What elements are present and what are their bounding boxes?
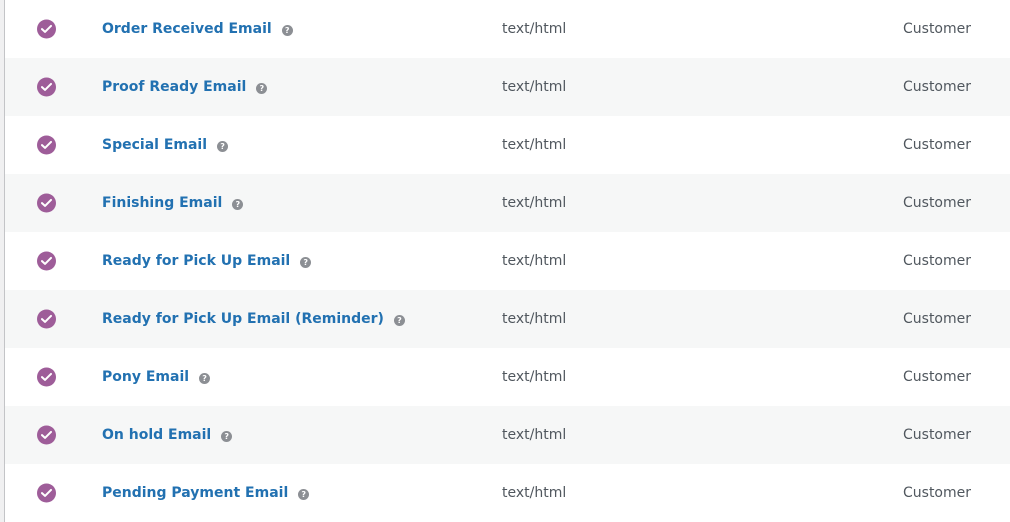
- check-circle-icon[interactable]: [37, 309, 56, 329]
- recipient: Customer: [903, 427, 972, 443]
- content-type: text/html: [502, 79, 567, 95]
- content-type: text/html: [502, 311, 567, 327]
- email-name-cell: Proof Ready Email ?: [102, 79, 268, 95]
- email-name-link[interactable]: Pony Email: [102, 369, 189, 385]
- email-name-link[interactable]: Special Email: [102, 137, 207, 153]
- table-row: Proof Ready Email ? text/html Customer: [5, 58, 1010, 116]
- email-name-link[interactable]: Pending Payment Email: [102, 485, 288, 501]
- recipient: Customer: [903, 485, 972, 501]
- email-name-link[interactable]: Order Received Email: [102, 21, 272, 37]
- table-row: Ready for Pick Up Email ? text/html Cust…: [5, 232, 1010, 290]
- email-name-cell: Ready for Pick Up Email (Reminder) ?: [102, 311, 405, 327]
- check-circle-icon[interactable]: [37, 193, 56, 213]
- table-row: Special Email ? text/html Customer: [5, 116, 1010, 174]
- content-type: text/html: [502, 137, 567, 153]
- help-icon[interactable]: ?: [232, 198, 244, 210]
- email-name-cell: Special Email ?: [102, 137, 229, 153]
- email-name-cell: Ready for Pick Up Email ?: [102, 253, 312, 269]
- table-row: On hold Email ? text/html Customer: [5, 406, 1010, 464]
- check-circle-icon[interactable]: [37, 135, 56, 155]
- content-type: text/html: [502, 253, 567, 269]
- recipient: Customer: [903, 369, 972, 385]
- email-name-cell: Finishing Email ?: [102, 195, 244, 211]
- email-name-cell: Order Received Email ?: [102, 21, 293, 37]
- email-name-link[interactable]: Proof Ready Email: [102, 79, 246, 95]
- recipient: Customer: [903, 253, 972, 269]
- check-circle-icon[interactable]: [37, 367, 56, 387]
- content-type: text/html: [502, 485, 567, 501]
- recipient: Customer: [903, 21, 972, 37]
- table-row: Pending Payment Email ? text/html Custom…: [5, 464, 1010, 522]
- help-icon[interactable]: ?: [300, 256, 312, 268]
- email-name-cell: On hold Email ?: [102, 427, 233, 443]
- email-notifications-table: Order Received Email ? text/html Custome…: [4, 0, 1010, 522]
- recipient: Customer: [903, 195, 972, 211]
- email-name-link[interactable]: Ready for Pick Up Email: [102, 253, 290, 269]
- help-icon[interactable]: ?: [393, 314, 405, 326]
- help-icon[interactable]: ?: [281, 24, 293, 36]
- check-circle-icon[interactable]: [37, 19, 56, 39]
- content-type: text/html: [502, 369, 567, 385]
- email-name-link[interactable]: On hold Email: [102, 427, 211, 443]
- check-circle-icon[interactable]: [37, 483, 56, 503]
- content-type: text/html: [502, 195, 567, 211]
- table-row: Finishing Email ? text/html Customer: [5, 174, 1010, 232]
- table-row: Order Received Email ? text/html Custome…: [5, 0, 1010, 58]
- help-icon[interactable]: ?: [199, 372, 211, 384]
- check-circle-icon[interactable]: [37, 77, 56, 97]
- recipient: Customer: [903, 311, 972, 327]
- email-name-cell: Pending Payment Email ?: [102, 485, 310, 501]
- check-circle-icon[interactable]: [37, 425, 56, 445]
- table-row: Ready for Pick Up Email (Reminder) ? tex…: [5, 290, 1010, 348]
- recipient: Customer: [903, 79, 972, 95]
- table-row: Pony Email ? text/html Customer: [5, 348, 1010, 406]
- check-circle-icon[interactable]: [37, 251, 56, 271]
- help-icon[interactable]: ?: [298, 488, 310, 500]
- content-type: text/html: [502, 21, 567, 37]
- content-type: text/html: [502, 427, 567, 443]
- recipient: Customer: [903, 137, 972, 153]
- help-icon[interactable]: ?: [217, 140, 229, 152]
- help-icon[interactable]: ?: [256, 82, 268, 94]
- email-name-link[interactable]: Finishing Email: [102, 195, 222, 211]
- help-icon[interactable]: ?: [221, 430, 233, 442]
- email-name-cell: Pony Email ?: [102, 369, 211, 385]
- email-name-link[interactable]: Ready for Pick Up Email (Reminder): [102, 311, 384, 327]
